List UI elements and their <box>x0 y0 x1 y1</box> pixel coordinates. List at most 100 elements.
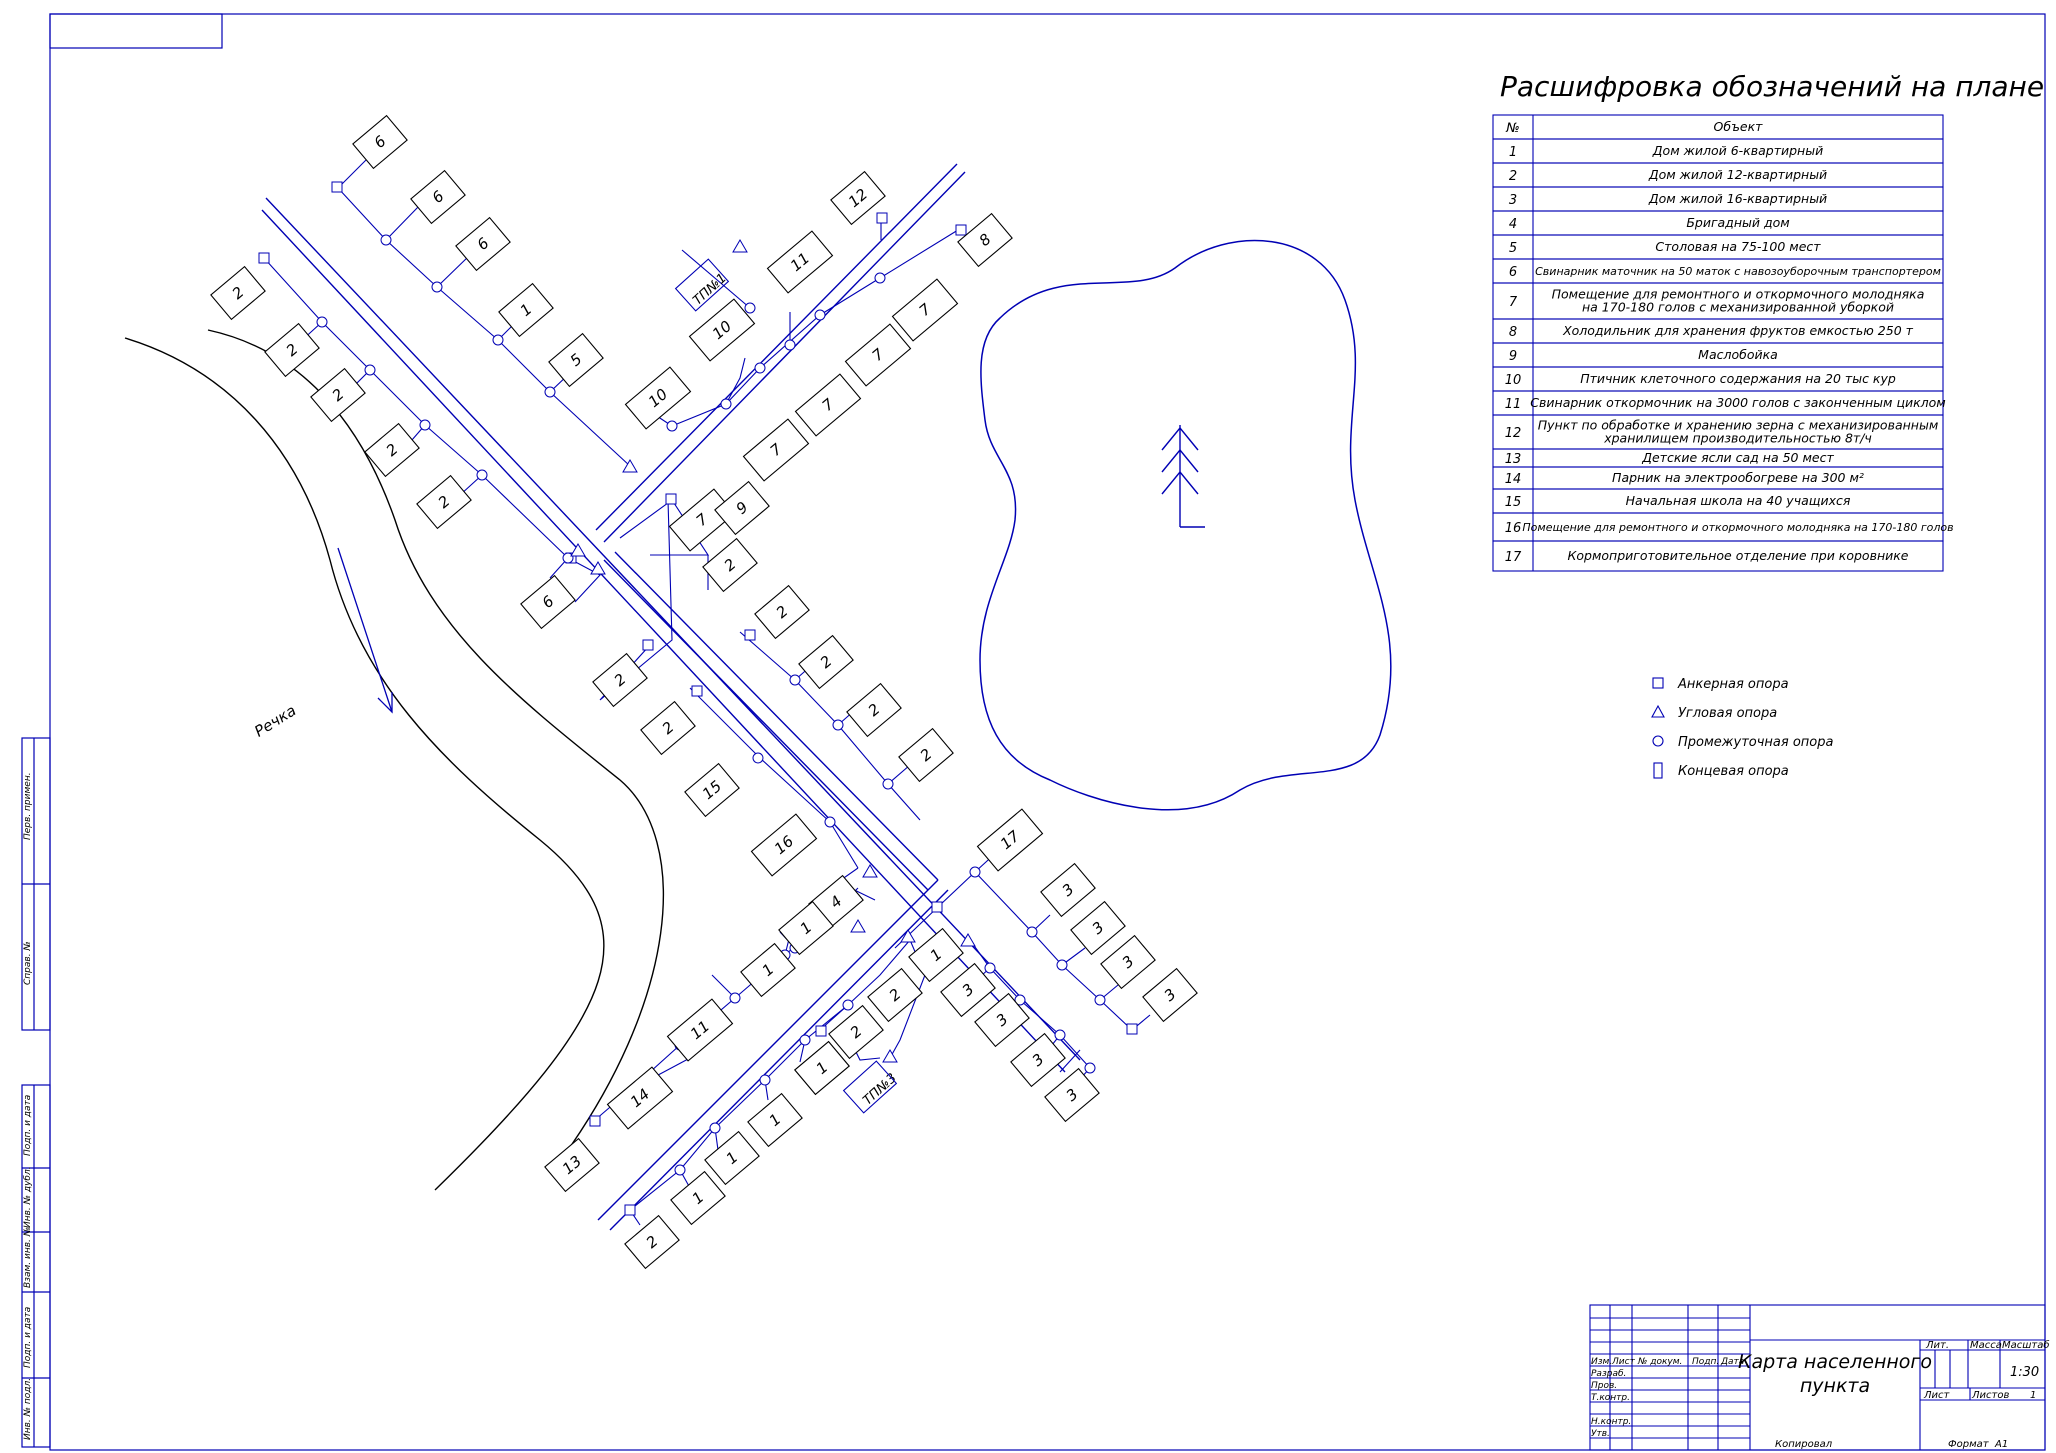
building: 16 <box>750 813 818 877</box>
tb-scale: 1:30 <box>2010 1365 2039 1380</box>
legend-row: 10 Птичник клеточного содержания на 20 ты… <box>1492 366 1944 392</box>
legend-number: 3 <box>1509 193 1517 208</box>
building: 6 <box>410 169 466 225</box>
legend-number: 8 <box>1509 325 1517 340</box>
legend-row: 9 Маслобойка <box>1492 342 1944 368</box>
building: 2 <box>416 474 472 530</box>
legend-object-text: Маслобойка <box>1698 347 1778 362</box>
supports-corner <box>570 239 976 1063</box>
legend-object-text: Парник на электрообогреве на 300 м² <box>1612 470 1864 485</box>
legend-row: 2 Дом жилой 12-квартирный <box>1492 162 1944 188</box>
building: 3 <box>1100 934 1156 990</box>
legend-number: 5 <box>1509 241 1517 256</box>
legend-object-text: Бригадный дом <box>1686 215 1789 230</box>
building: 1 <box>498 282 554 338</box>
legend-number: 7 <box>1509 295 1518 310</box>
legend-row: 5 Столовая на 75-100 мест <box>1492 234 1944 260</box>
legend-number: 10 <box>1505 373 1522 388</box>
footer-format-value: А1 <box>1994 1439 2008 1450</box>
side-stamp-label: Подп. и дата <box>23 1307 33 1368</box>
tb-header: Изм. <box>1591 1357 1612 1367</box>
legend-object-text: Птичник клеточного содержания на 20 тыс … <box>1580 371 1896 386</box>
legend-object-text: Дом жилой 12-квартирный <box>1648 167 1827 182</box>
side-stamp-label: Инв. № дубл. <box>23 1166 33 1228</box>
building: 1 <box>747 1092 803 1148</box>
river-label: Речка <box>251 701 299 740</box>
building: 2 <box>702 537 758 593</box>
legend-number: 14 <box>1505 472 1522 487</box>
tb-mass: Масса <box>1970 1340 2002 1351</box>
support-legend-item: Анкерная опора <box>1652 677 1789 692</box>
legend-table: № Объект 1 Дом жилой 6-квартирный 2 Дом жилой… <box>1492 114 1954 572</box>
side-stamp-label: Инв. № подл. <box>23 1378 33 1440</box>
side-stamp-label: Подп. и дата <box>23 1095 33 1156</box>
building: 2 <box>846 682 902 738</box>
building: 7 <box>794 373 862 437</box>
building: 11 <box>766 230 834 294</box>
building: 2 <box>310 367 366 423</box>
legend-number: 17 <box>1505 550 1522 565</box>
river-flow-arrow <box>337 547 393 714</box>
legend-row: 12Пункт по обработке и хранению зерна с … <box>1492 414 1944 450</box>
legend-object-text: Начальная школа на 40 учащихся <box>1626 493 1851 508</box>
tb-role: Т.контр. <box>1591 1393 1630 1403</box>
building: 6 <box>455 216 511 272</box>
building: 1 <box>704 1130 760 1186</box>
support-legend-item: Промежуточная опора <box>1652 735 1833 750</box>
legend-number: 1 <box>1509 145 1517 160</box>
legend-object-text: на 170-180 голов с механизированной убор… <box>1582 300 1894 315</box>
legend-title: Расшифровка обозначений на плане <box>1500 70 2044 103</box>
legend-object-text: Кормоприготовительное отделение при коро… <box>1567 548 1908 563</box>
building: 9 <box>714 480 770 536</box>
side-stamp-label: Справ. № <box>23 941 33 985</box>
support-legend-label: Промежуточная опора <box>1678 735 1833 750</box>
rect-symbol-icon <box>1653 762 1663 779</box>
building: 7 <box>891 278 959 342</box>
building: 13 <box>544 1137 600 1193</box>
building: 2 <box>624 1214 680 1270</box>
legend-object-text: Дом жилой 6-квартирный <box>1652 143 1823 158</box>
support-legend-item: Угловая опора <box>1651 704 1777 721</box>
tb-lit: Лит. <box>1925 1340 1949 1351</box>
tb-sheets-value: 1 <box>2030 1390 2036 1401</box>
legend-row: 15 Начальная школа на 40 учащихся <box>1492 488 1944 514</box>
legend-number: 6 <box>1509 265 1517 280</box>
building: 8 <box>957 212 1013 268</box>
legend-row: 16 Помещение для ремонтного и откормочног… <box>1492 512 1954 542</box>
legend-row: 1 Дом жилой 6-квартирный <box>1492 138 1944 164</box>
legend-object-text: Свинарник маточник на 50 маток с навозоу… <box>1535 265 1941 278</box>
footer-format: Формат <box>1948 1439 1990 1450</box>
tb-role: Разраб. <box>1591 1369 1626 1379</box>
building: 2 <box>754 584 810 640</box>
tb-header: Подп. <box>1692 1357 1719 1367</box>
building: 3 <box>1070 900 1126 956</box>
legend-object-text: хранилищем производительностью 8т/ч <box>1603 431 1872 446</box>
tb-header: Лист <box>1611 1357 1636 1367</box>
building: 5 <box>548 332 604 388</box>
building: 17 <box>976 808 1044 872</box>
legend-number: № <box>1505 121 1520 136</box>
lake <box>979 239 1392 811</box>
legend-number: 13 <box>1505 452 1522 467</box>
building: 6 <box>520 574 576 630</box>
legend-number: 16 <box>1505 521 1522 536</box>
tp3-label: ТП№3 <box>860 1071 899 1109</box>
footer-copied: Копировал <box>1775 1439 1833 1450</box>
legend-row: 8 Холодильник для хранения фруктов емкост… <box>1492 318 1944 344</box>
support-legend-item: Концевая опора <box>1653 762 1789 779</box>
corner-stamp <box>49 13 223 49</box>
building: 2 <box>640 700 696 756</box>
building: 3 <box>1142 967 1198 1023</box>
legend-row: 17 Кормоприготовительное отделение при ко… <box>1492 540 1944 572</box>
tb-role: Н.контр. <box>1591 1417 1631 1427</box>
side-stamp-label: Взам. инв. № <box>23 1227 33 1288</box>
legend-header-row: № Объект <box>1492 114 1944 140</box>
drawing-sheet: Перв. примен. Справ. № Подп. и дата Инв.… <box>21 13 2050 1451</box>
building: 2 <box>867 967 923 1023</box>
circle-symbol-icon <box>1652 735 1664 747</box>
north-arrow <box>1161 425 1205 528</box>
building: 14 <box>606 1066 674 1130</box>
building: 7 <box>844 323 912 387</box>
legend-object-text: Детские ясли сад на 50 мест <box>1641 450 1834 465</box>
legend-row: 7Помещение для ремонтного и откормочного… <box>1492 282 1944 320</box>
